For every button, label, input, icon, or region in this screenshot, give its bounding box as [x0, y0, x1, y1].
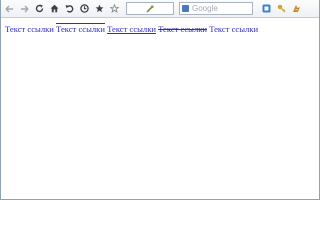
- address-bar[interactable]: [126, 2, 174, 15]
- home-icon[interactable]: [49, 2, 60, 16]
- link-overline[interactable]: Текст ссылки: [56, 24, 105, 34]
- browser-window: Текст ссылки Текст ссылки Текст ссылки Т…: [0, 0, 320, 200]
- history-icon[interactable]: [79, 2, 90, 16]
- reload-icon[interactable]: [34, 2, 45, 16]
- extension-icon[interactable]: [261, 4, 271, 14]
- link-underline[interactable]: Текст ссылки: [107, 24, 156, 34]
- back-arrow-icon[interactable]: [4, 2, 15, 16]
- undo-icon[interactable]: [64, 2, 75, 16]
- link-plain[interactable]: Текст ссылки: [5, 24, 54, 34]
- forward-arrow-icon[interactable]: [19, 2, 30, 16]
- bookmark-star-icon[interactable]: [94, 2, 105, 16]
- addon-icon[interactable]: [291, 4, 301, 14]
- page-content: Текст ссылки Текст ссылки Текст ссылки Т…: [5, 24, 258, 35]
- feed-icon[interactable]: [146, 0, 154, 18]
- bookmark-outline-icon[interactable]: [109, 2, 120, 16]
- search-input[interactable]: [192, 3, 250, 14]
- search-box[interactable]: [179, 2, 253, 15]
- search-engine-icon[interactable]: [182, 5, 189, 12]
- key-icon[interactable]: [276, 4, 286, 14]
- link-plain-last[interactable]: Текст ссылки: [209, 24, 258, 34]
- link-strikethrough[interactable]: Текст ссылки: [158, 24, 207, 34]
- navigation-toolbar: [1, 0, 319, 18]
